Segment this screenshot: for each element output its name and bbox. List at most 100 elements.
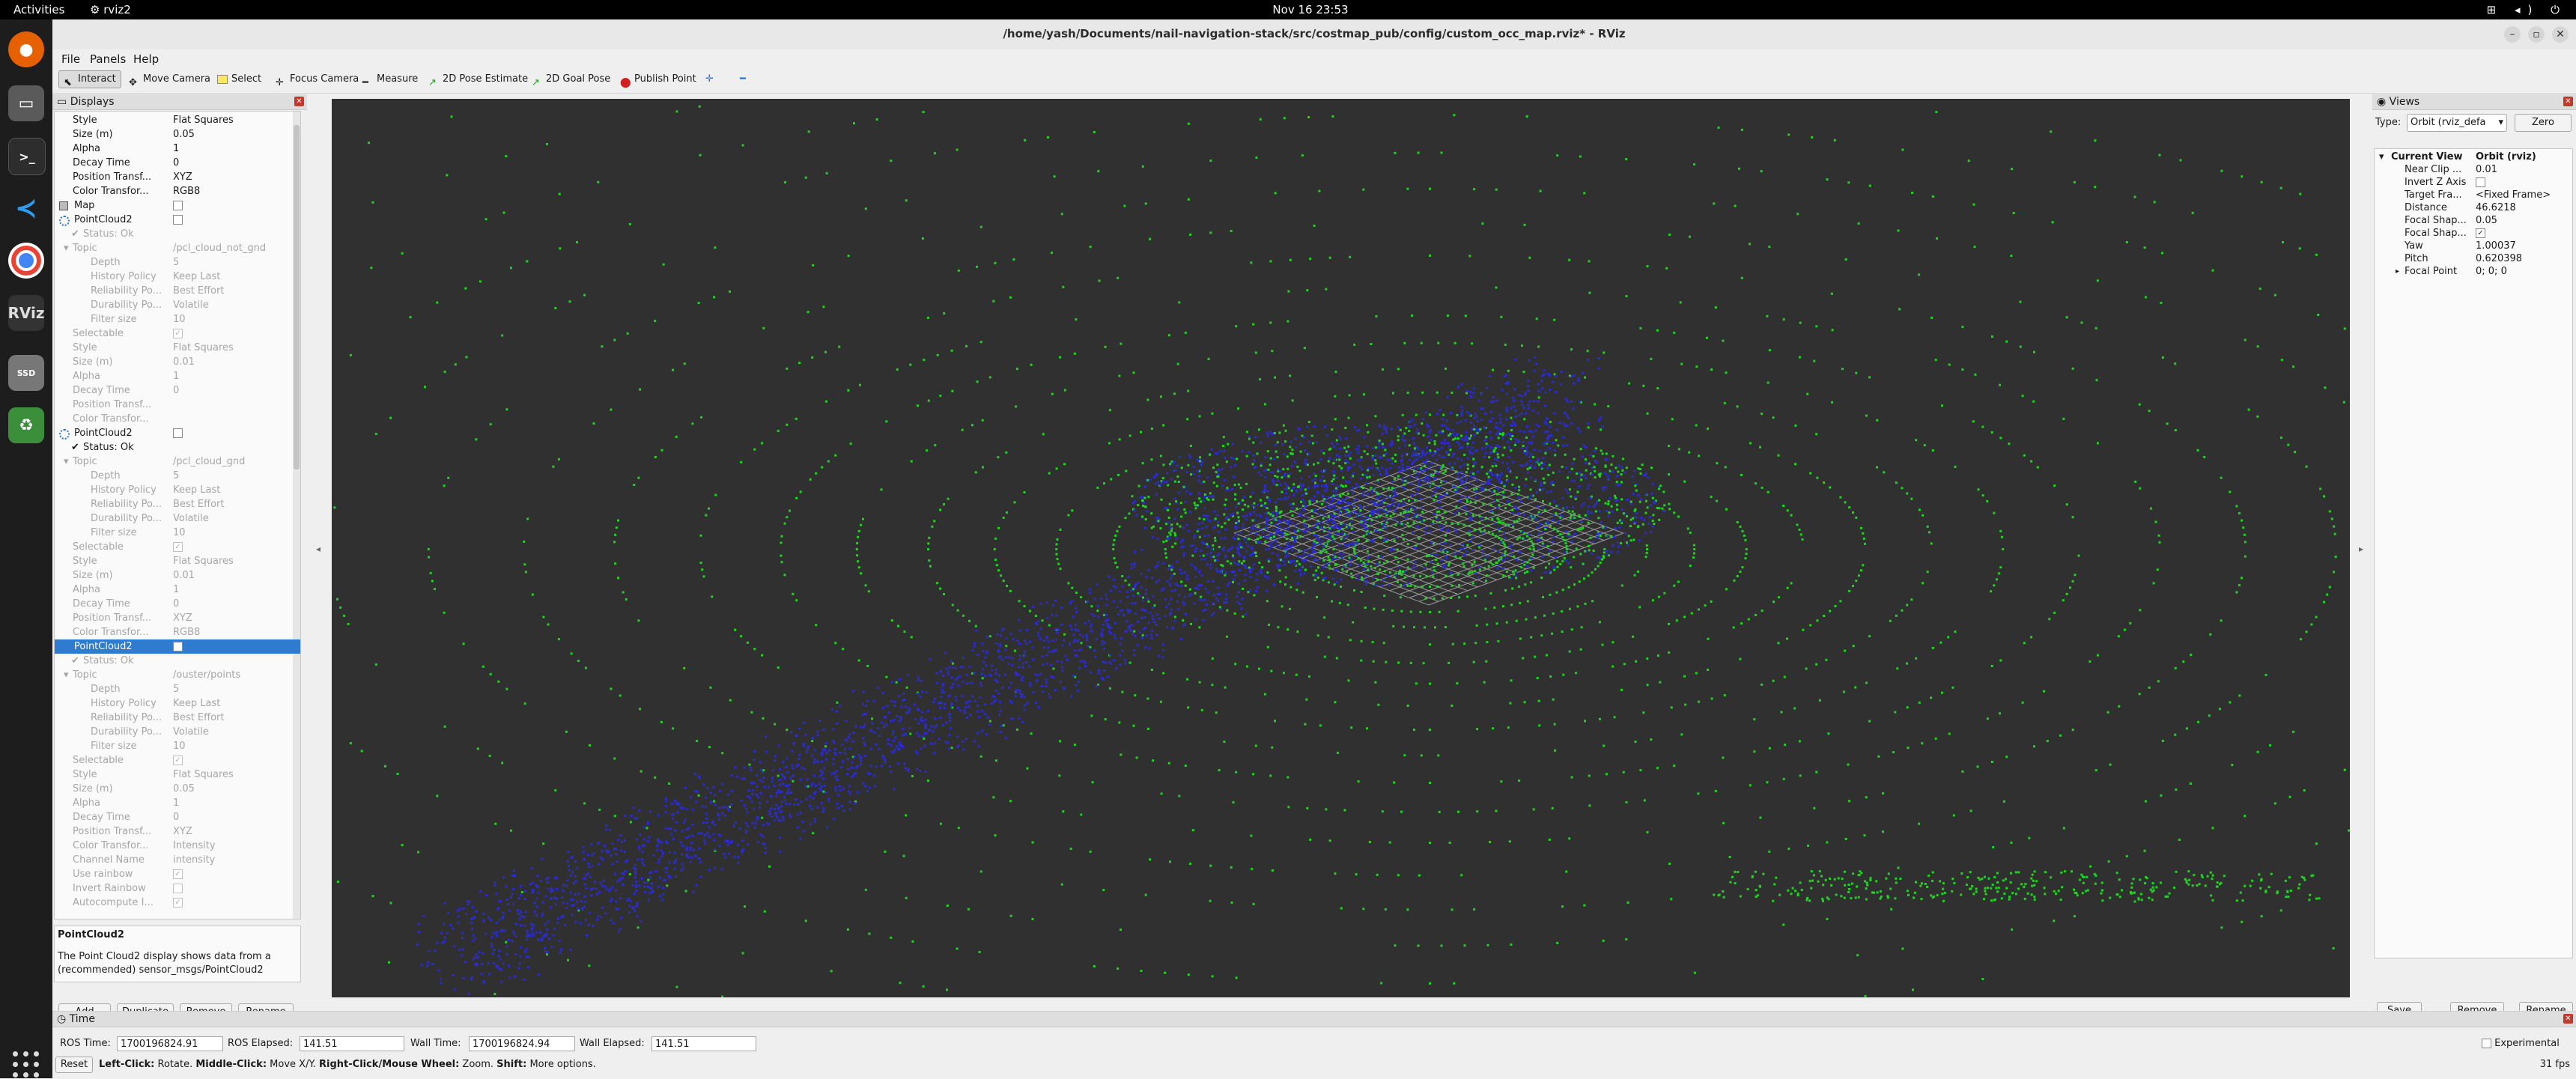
wall-time-field[interactable]: 1700196824.94 (469, 1036, 575, 1051)
property-checkbox[interactable] (173, 201, 183, 210)
display-tree-row[interactable]: Decay Time0 (55, 810, 300, 824)
view-property-value[interactable]: <Fixed Frame> (2476, 189, 2570, 201)
close-icon[interactable]: ✕ (2552, 26, 2569, 43)
view-property-value[interactable]: 0; 0; 0 (2476, 265, 2570, 278)
property-value[interactable]: Flat Squares (173, 554, 297, 568)
property-value[interactable]: 1 (173, 369, 297, 383)
property-checkbox[interactable]: ✓ (173, 898, 183, 908)
property-value[interactable]: Volatile (173, 298, 297, 312)
view-property-checkbox[interactable]: ✓ (2476, 228, 2485, 238)
property-value[interactable]: 0 (173, 383, 297, 398)
display-tree-row[interactable]: ✔ Status: Ok (55, 227, 300, 241)
display-tree-row[interactable]: Alpha1 (55, 796, 300, 810)
display-tree-row[interactable]: Alpha1 (55, 583, 300, 597)
focus-camera-tool[interactable]: ✛Focus Camera (271, 70, 363, 88)
point-cloud-render[interactable] (332, 99, 2350, 997)
property-value[interactable]: Flat Squares (173, 768, 297, 782)
collapse-left-handle[interactable]: ◂ (316, 544, 321, 554)
display-tree-row[interactable]: StyleFlat Squares (55, 113, 300, 127)
property-value[interactable]: 5 (173, 469, 297, 483)
property-value[interactable]: 10 (173, 526, 297, 540)
property-value[interactable]: 10 (173, 312, 297, 326)
property-value[interactable]: ✓ (173, 867, 297, 881)
display-tree-row[interactable]: Reliability Po...Best Effort (55, 284, 300, 298)
property-value[interactable]: 0 (173, 810, 297, 824)
display-tree-row[interactable]: Size (m)0.01 (55, 568, 300, 583)
view-property-row[interactable]: Yaw1.00037 (2375, 240, 2572, 252)
display-tree-row[interactable]: Color Transfor...RGB8 (55, 184, 300, 198)
ros-time-field[interactable]: 1700196824.91 (117, 1036, 223, 1051)
expand-arrow-icon[interactable]: ▸ (2396, 265, 2399, 278)
terminal-icon[interactable]: >_ (8, 138, 46, 175)
display-tree-row[interactable]: Selectable✓ (55, 540, 300, 554)
view-property-row[interactable]: Focal Shap...✓ (2375, 227, 2572, 240)
view-property-checkbox[interactable] (2476, 177, 2485, 187)
property-value[interactable]: /ouster/points (173, 668, 297, 682)
display-tree-row[interactable]: Selectable✓ (55, 753, 300, 768)
display-tree-row[interactable]: PointCloud2 (55, 426, 300, 440)
display-tree-row[interactable]: Depth5 (55, 469, 300, 483)
view-property-row[interactable]: ▸Focal Point0; 0; 0 (2375, 265, 2572, 278)
measure-tool[interactable]: ━Measure (358, 70, 422, 88)
property-value[interactable] (173, 881, 297, 896)
view-property-value[interactable] (2476, 176, 2570, 189)
chrome-icon[interactable] (8, 243, 44, 279)
property-value[interactable]: 0.01 (173, 355, 297, 369)
property-value[interactable]: RGB8 (173, 625, 297, 639)
property-value[interactable]: Flat Squares (173, 113, 297, 127)
display-tree-row[interactable]: ▾Topic/pcl_cloud_not_gnd (55, 241, 300, 255)
view-property-row[interactable]: Pitch0.620398 (2375, 252, 2572, 265)
property-value[interactable]: 0.01 (173, 568, 297, 583)
display-tree-row[interactable]: History PolicyKeep Last (55, 270, 300, 284)
display-tree-row[interactable]: Decay Time0 (55, 597, 300, 611)
property-value[interactable]: XYZ (173, 611, 297, 625)
minimize-icon[interactable]: – (2504, 26, 2521, 43)
property-value[interactable]: RGB8 (173, 184, 297, 198)
property-checkbox[interactable] (173, 428, 183, 438)
collapse-right-handle[interactable]: ▸ (2359, 544, 2363, 554)
view-property-value[interactable]: 0.620398 (2476, 252, 2570, 265)
expand-arrow-icon[interactable]: ▾ (64, 241, 69, 255)
display-tree-row[interactable]: Depth5 (55, 255, 300, 270)
property-value[interactable]: 5 (173, 255, 297, 270)
menu-help[interactable]: Help (133, 52, 159, 66)
wall-elapsed-field[interactable]: 141.51 (651, 1036, 756, 1051)
property-value[interactable] (173, 639, 297, 654)
display-tree-row[interactable]: Alpha1 (55, 142, 300, 156)
display-tree-row[interactable]: ✔ Status: Ok (55, 654, 300, 668)
display-tree-row[interactable]: Durability Po...Volatile (55, 511, 300, 526)
display-tree-row[interactable]: Filter size10 (55, 739, 300, 753)
remove-tool-button[interactable]: ━ (735, 70, 750, 88)
display-tree-row[interactable]: Autocompute I...✓ (55, 896, 300, 910)
app-menu[interactable]: ⚙ rviz2 (90, 3, 131, 16)
add-tool-button[interactable]: ✛ (701, 70, 718, 88)
vscode-icon[interactable]: ≺ (8, 190, 44, 226)
property-checkbox[interactable]: ✓ (173, 329, 183, 338)
display-tree-row[interactable]: Decay Time0 (55, 156, 300, 170)
display-tree-row[interactable]: Color Transfor... (55, 412, 300, 426)
menu-panels[interactable]: Panels (90, 52, 126, 66)
display-tree-row[interactable]: ✔ Status: Ok (55, 440, 300, 455)
view-property-value[interactable]: 1.00037 (2476, 240, 2570, 252)
disk-icon[interactable]: SSD (8, 355, 44, 391)
display-tree-row[interactable]: StyleFlat Squares (55, 554, 300, 568)
view-property-row[interactable]: Near Clip ...0.01 (2375, 163, 2572, 176)
property-value[interactable]: 0 (173, 156, 297, 170)
display-tree-row[interactable]: Map (55, 198, 300, 213)
property-checkbox[interactable] (173, 215, 183, 225)
property-value[interactable]: Flat Squares (173, 341, 297, 355)
display-tree-row[interactable]: Decay Time0 (55, 383, 300, 398)
rviz-icon[interactable]: RViz (8, 295, 44, 331)
expand-arrow-icon[interactable]: ▾ (64, 455, 69, 469)
view-property-row[interactable]: Distance46.6218 (2375, 201, 2572, 214)
experimental-option[interactable]: Experimental (2482, 1038, 2560, 1049)
property-value[interactable]: Volatile (173, 725, 297, 739)
property-checkbox[interactable]: ✓ (173, 756, 183, 765)
display-tree-row[interactable]: StyleFlat Squares (55, 341, 300, 355)
display-tree-row[interactable]: StyleFlat Squares (55, 768, 300, 782)
display-tree-row[interactable]: Color Transfor...Intensity (55, 839, 300, 853)
display-tree-row[interactable]: ▾Topic/ouster/points (55, 668, 300, 682)
close-views-icon[interactable]: ✕ (2563, 97, 2573, 106)
close-panel-icon[interactable]: ✕ (294, 97, 304, 106)
goal-pose-tool[interactable]: ↗2D Goal Pose (527, 70, 615, 88)
